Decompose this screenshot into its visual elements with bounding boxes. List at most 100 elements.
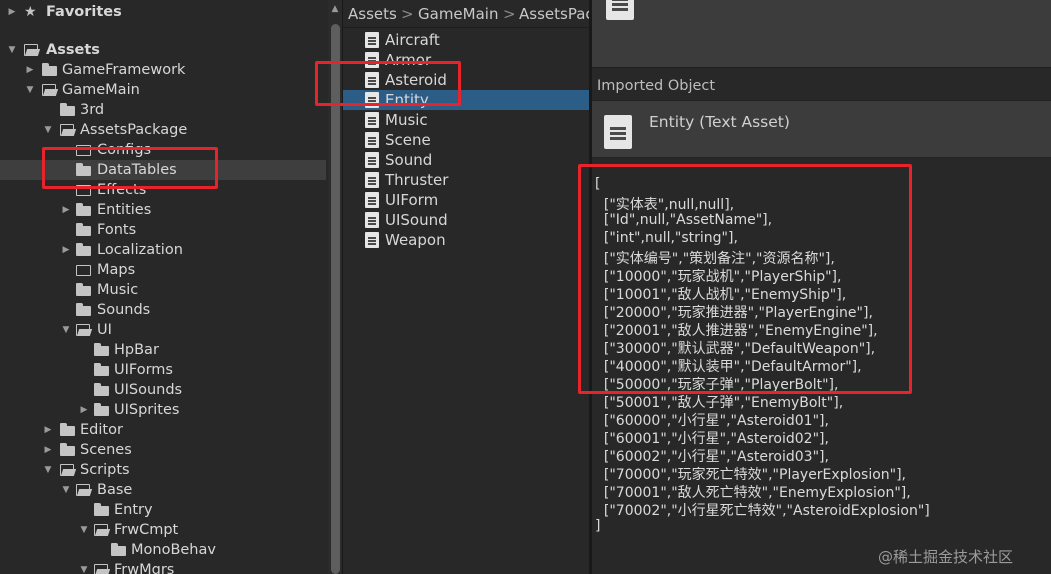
tree-favorites-label: Favorites [46,4,122,20]
collapse-arrow-icon[interactable]: ▼ [60,320,72,340]
inspector-top-header [592,0,1051,68]
tree-item-entities[interactable]: ▶ Entities [0,200,326,220]
file-item-music[interactable]: Music [343,110,589,130]
tree-item-label: Editor [80,422,123,438]
folder-icon [94,363,109,376]
tree-item-label: Entities [97,202,152,218]
code-line: ["60001","小行星","Asteroid02"], [595,431,829,447]
code-line: ["50001","敌人子弹","EnemyBolt"], [595,395,844,411]
tree-item-localization[interactable]: ▶ Localization [0,240,326,260]
tree-item-assetspackage[interactable]: ▼ AssetsPackage [0,120,326,140]
folder-open-icon [24,44,41,56]
collapse-arrow-icon[interactable]: ▼ [6,40,18,60]
collapse-arrow-icon[interactable]: ▼ [42,460,54,480]
file-item-uiform[interactable]: UIForm [343,190,589,210]
file-item-scene[interactable]: Scene [343,130,589,150]
text-asset-icon [365,232,379,248]
expand-arrow-icon[interactable]: ▶ [60,200,72,220]
tree-item-fonts[interactable]: Fonts [0,220,326,240]
tree-item-label: UIForms [114,362,173,378]
folder-icon [94,503,109,516]
tree-item-label: AssetsPackage [80,122,188,138]
tree-item-scenes[interactable]: ▶ Scenes [0,440,326,460]
expand-arrow-icon[interactable]: ▶ [6,2,18,22]
tree-item-label: 3rd [80,102,105,118]
tree-item-scripts[interactable]: ▼ Scripts [0,460,326,480]
file-item-aircraft[interactable]: Aircraft [343,30,589,50]
file-item-thruster[interactable]: Thruster [343,170,589,190]
code-line: ["70001","敌人死亡特效","EnemyExplosion"], [595,485,911,501]
folder-icon [76,203,91,216]
tree-item-base[interactable]: ▼ Base [0,480,326,500]
tree-item-uisprites[interactable]: ▶ UISprites [0,400,326,420]
code-line: ["60002","小行星","Asteroid03"], [595,449,829,465]
tree-assets-row[interactable]: ▼ Assets [0,40,326,60]
expand-arrow-icon[interactable]: ▶ [60,240,72,260]
tree-item-uiforms[interactable]: UIForms [0,360,326,380]
folder-icon [76,283,91,296]
tree-item-frwmgrs[interactable]: ▼ FrwMgrs [0,560,326,574]
folder-icon [76,223,91,236]
text-asset-icon [365,172,379,188]
star-icon: ★ [24,4,37,20]
tree-favorites-row[interactable]: ▶ ★ Favorites [0,2,326,22]
tree-item-editor[interactable]: ▶ Editor [0,420,326,440]
folder-icon [60,423,75,436]
file-item-uisound[interactable]: UISound [343,210,589,230]
scroll-up-arrow-icon[interactable]: ▲ [329,4,341,18]
tree-item-frwcmpt[interactable]: ▼ FrwCmpt [0,520,326,540]
text-asset-icon [365,192,379,208]
tree-item-sounds[interactable]: Sounds [0,300,326,320]
tree-item-label: Maps [97,262,136,278]
file-item-weapon[interactable]: Weapon [343,230,589,250]
collapse-arrow-icon[interactable]: ▼ [78,520,90,540]
tree-item-maps[interactable]: Maps [0,260,326,280]
breadcrumb-chevron-icon: > [401,5,414,23]
tree-item-label: Sounds [97,302,151,318]
tree-item-ui[interactable]: ▼ UI [0,320,326,340]
tree-item-monobehav[interactable]: MonoBehav [0,540,326,560]
expand-arrow-icon[interactable]: ▶ [78,400,90,420]
file-item-label: UIForm [385,191,439,209]
project-tree-panel: ▶ ★ Favorites ▼ Assets ▶ GameFramework ▼… [0,0,328,574]
tree-item-label: GameFramework [62,62,186,78]
breadcrumb-item-gamemain[interactable]: GameMain [418,5,498,23]
collapse-arrow-icon[interactable]: ▼ [60,480,72,500]
folder-outline-icon [76,264,91,276]
file-item-label: Scene [385,131,431,149]
tree-item-label: Fonts [97,222,137,238]
text-asset-icon [365,112,379,128]
tree-item-3rd[interactable]: 3rd [0,100,326,120]
collapse-arrow-icon[interactable]: ▼ [42,120,54,140]
breadcrumb-item-assets[interactable]: Assets [348,5,397,23]
tree-item-label: Base [97,482,133,498]
tree-item-music[interactable]: Music [0,280,326,300]
tree-scrollbar-thumb[interactable] [331,24,340,574]
tree-item-label: UISounds [114,382,183,398]
tree-item-label: HpBar [114,342,159,358]
tree-item-entry[interactable]: Entry [0,500,326,520]
folder-icon [111,543,126,556]
folder-open-icon [94,564,111,574]
folder-icon [94,403,109,416]
tree-item-label: GameMain [62,82,140,98]
file-item-sound[interactable]: Sound [343,150,589,170]
file-item-label: Aircraft [385,31,440,49]
breadcrumb-item-assetspackage[interactable]: AssetsPac [519,5,589,23]
collapse-arrow-icon[interactable]: ▼ [24,80,36,100]
tree-item-gamemain[interactable]: ▼ GameMain [0,80,326,100]
tree-item-gameframework[interactable]: ▶ GameFramework [0,60,326,80]
expand-arrow-icon[interactable]: ▶ [42,420,54,440]
highlight-box-asteroid [315,61,461,106]
tree-item-uisounds[interactable]: UISounds [0,380,326,400]
expand-arrow-icon[interactable]: ▶ [24,60,36,80]
expand-arrow-icon[interactable]: ▶ [42,440,54,460]
collapse-arrow-icon[interactable]: ▼ [78,560,90,574]
tree-item-label: Music [97,282,139,298]
tree-item-hpbar[interactable]: HpBar [0,340,326,360]
tree-item-label: Scenes [80,442,132,458]
code-line: ["70000","玩家死亡特效","PlayerExplosion"], [595,467,907,483]
folder-icon [94,383,109,396]
tree-item-label: Scripts [80,462,130,478]
folder-open-icon [60,124,77,136]
